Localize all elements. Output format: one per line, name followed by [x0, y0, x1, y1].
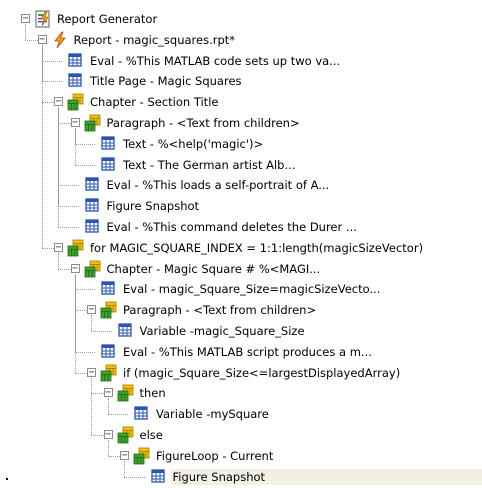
tree-node-label: Text - %<help('magic')> [123, 136, 264, 151]
tree-node-if[interactable]: − if (magic_Square_Size<=largestDisplaye… [0, 363, 482, 383]
group-component-icon [67, 239, 85, 257]
tree-node-eval-square-size[interactable]: Eval - magic_Square_Size=magicSizeVecto.… [0, 279, 482, 299]
tree-node-eval-self-portrait[interactable]: Eval - %This loads a self-portrait of A.… [0, 175, 482, 195]
collapse-toggle-icon[interactable]: − [70, 263, 80, 273]
tree-node-label: Text - The German artist Alb... [123, 157, 296, 172]
tree-node-label: Variable -mySquare [156, 407, 269, 422]
collapse-toggle-icon[interactable]: − [87, 367, 96, 377]
collapse-toggle-icon[interactable]: − [103, 388, 113, 398]
tree-node-label: Eval - %This MATLAB code sets up two va.… [90, 53, 341, 68]
tree-node-figure-loop[interactable]: − FigureLoop - Current [0, 446, 482, 466]
tree-node-label: Eval - %This command deletes the Durer .… [106, 220, 357, 234]
tree-node-eval-script[interactable]: Eval - %This MATLAB script produces a m.… [0, 342, 482, 362]
report-explorer-tree: − Report Generator − Report - magic_squar… [0, 0, 482, 488]
report-generator-icon [34, 10, 52, 28]
group-component-icon [84, 114, 102, 132]
tree-node-label: Figure Snapshot [170, 468, 482, 485]
component-icon [117, 322, 135, 340]
component-icon [133, 405, 151, 423]
group-component-icon [117, 384, 135, 402]
tree-node-paragraph-1[interactable]: − Paragraph - <Text from children> [0, 113, 482, 133]
tree-node-title-page[interactable]: Title Page - Magic Squares [0, 71, 482, 91]
tree-node-eval-setup[interactable]: Eval - %This MATLAB code sets up two va.… [0, 51, 482, 71]
tree-node-else[interactable]: − else [0, 425, 482, 445]
group-component-icon [100, 301, 118, 319]
group-component-icon [133, 447, 151, 465]
tree-node-chapter-magic-square[interactable]: − Chapter - Magic Square # %<MAGI... [0, 259, 482, 279]
tree-node-paragraph-2[interactable]: − Paragraph - <Text from children> [0, 300, 482, 320]
tree-node-chapter-section-title[interactable]: − Chapter - Section Title [0, 92, 482, 112]
tree-node-label: Chapter - Magic Square # %<MAGI... [106, 261, 321, 276]
component-icon [84, 218, 102, 236]
tree-node-label: else [139, 428, 163, 442]
collapse-toggle-icon[interactable]: − [21, 14, 30, 24]
group-component-icon [117, 426, 135, 444]
tree-node-label: for MAGIC_SQUARE_INDEX = 1:1:length(magi… [90, 240, 424, 255]
tree-node-label: FigureLoop - Current [156, 448, 274, 463]
tree-node-variable-square-size[interactable]: Variable -magic_Square_Size [0, 321, 482, 341]
stray-pixel-dot [6, 478, 8, 480]
tree-node-figure-snapshot-2[interactable]: Figure Snapshot [0, 467, 482, 487]
collapse-toggle-icon[interactable]: − [37, 34, 47, 44]
tree-node-label: Variable -magic_Square_Size [139, 324, 305, 338]
component-icon [84, 176, 102, 194]
tree-node-report[interactable]: − Report - magic_squares.rpt* [0, 30, 482, 50]
tree-node-eval-delete-durer[interactable]: Eval - %This command deletes the Durer .… [0, 217, 482, 237]
tree-node-label: if (magic_Square_Size<=largestDisplayedA… [123, 365, 401, 380]
group-component-icon [67, 93, 85, 111]
tree-node-label: Eval - magic_Square_Size=magicSizeVecto.… [123, 282, 381, 297]
tree-node-label: Title Page - Magic Squares [90, 74, 242, 89]
component-icon [67, 52, 85, 70]
component-icon [100, 135, 118, 153]
tree-node-label: Report - magic_squares.rpt* [73, 32, 236, 47]
component-icon [100, 280, 118, 298]
tree-node-label: Paragraph - <Text from children> [106, 116, 300, 130]
tree-node-label: Chapter - Section Title [90, 95, 219, 110]
component-icon [84, 197, 102, 215]
component-icon [100, 343, 118, 361]
component-icon [100, 156, 118, 174]
tree-node-figure-snapshot-1[interactable]: Figure Snapshot [0, 196, 482, 216]
tree-node-text-german-artist[interactable]: Text - The German artist Alb... [0, 155, 482, 175]
group-component-icon [100, 364, 118, 382]
collapse-toggle-icon[interactable]: − [87, 305, 96, 315]
tree-node-report-generator[interactable]: − Report Generator [0, 9, 482, 29]
component-icon [67, 72, 85, 90]
tree-node-label: Report Generator [57, 12, 158, 26]
tree-node-label: Figure Snapshot [106, 199, 200, 214]
tree-node-label: Paragraph - <Text from children> [123, 303, 317, 318]
lightning-report-icon [51, 31, 69, 49]
tree-node-label: Eval - %This loads a self-portrait of A.… [106, 178, 330, 193]
collapse-toggle-icon[interactable]: − [54, 97, 63, 107]
tree-node-text-help[interactable]: Text - %<help('magic')> [0, 134, 482, 154]
collapse-toggle-icon[interactable]: − [120, 450, 129, 460]
group-component-icon [84, 260, 102, 278]
tree-node-label: Eval - %This MATLAB script produces a m.… [123, 344, 372, 359]
component-icon [150, 468, 168, 486]
collapse-toggle-icon[interactable]: − [54, 242, 63, 252]
collapse-toggle-icon[interactable]: − [70, 118, 80, 128]
tree-node-label: then [139, 386, 166, 401]
collapse-toggle-icon[interactable]: − [103, 430, 113, 440]
tree-node-for-loop[interactable]: − for MAGIC_SQUARE_INDEX = 1:1:length(ma… [0, 238, 482, 258]
tree-node-then[interactable]: − then [0, 383, 482, 403]
tree-node-variable-mysquare[interactable]: Variable -mySquare [0, 404, 482, 424]
